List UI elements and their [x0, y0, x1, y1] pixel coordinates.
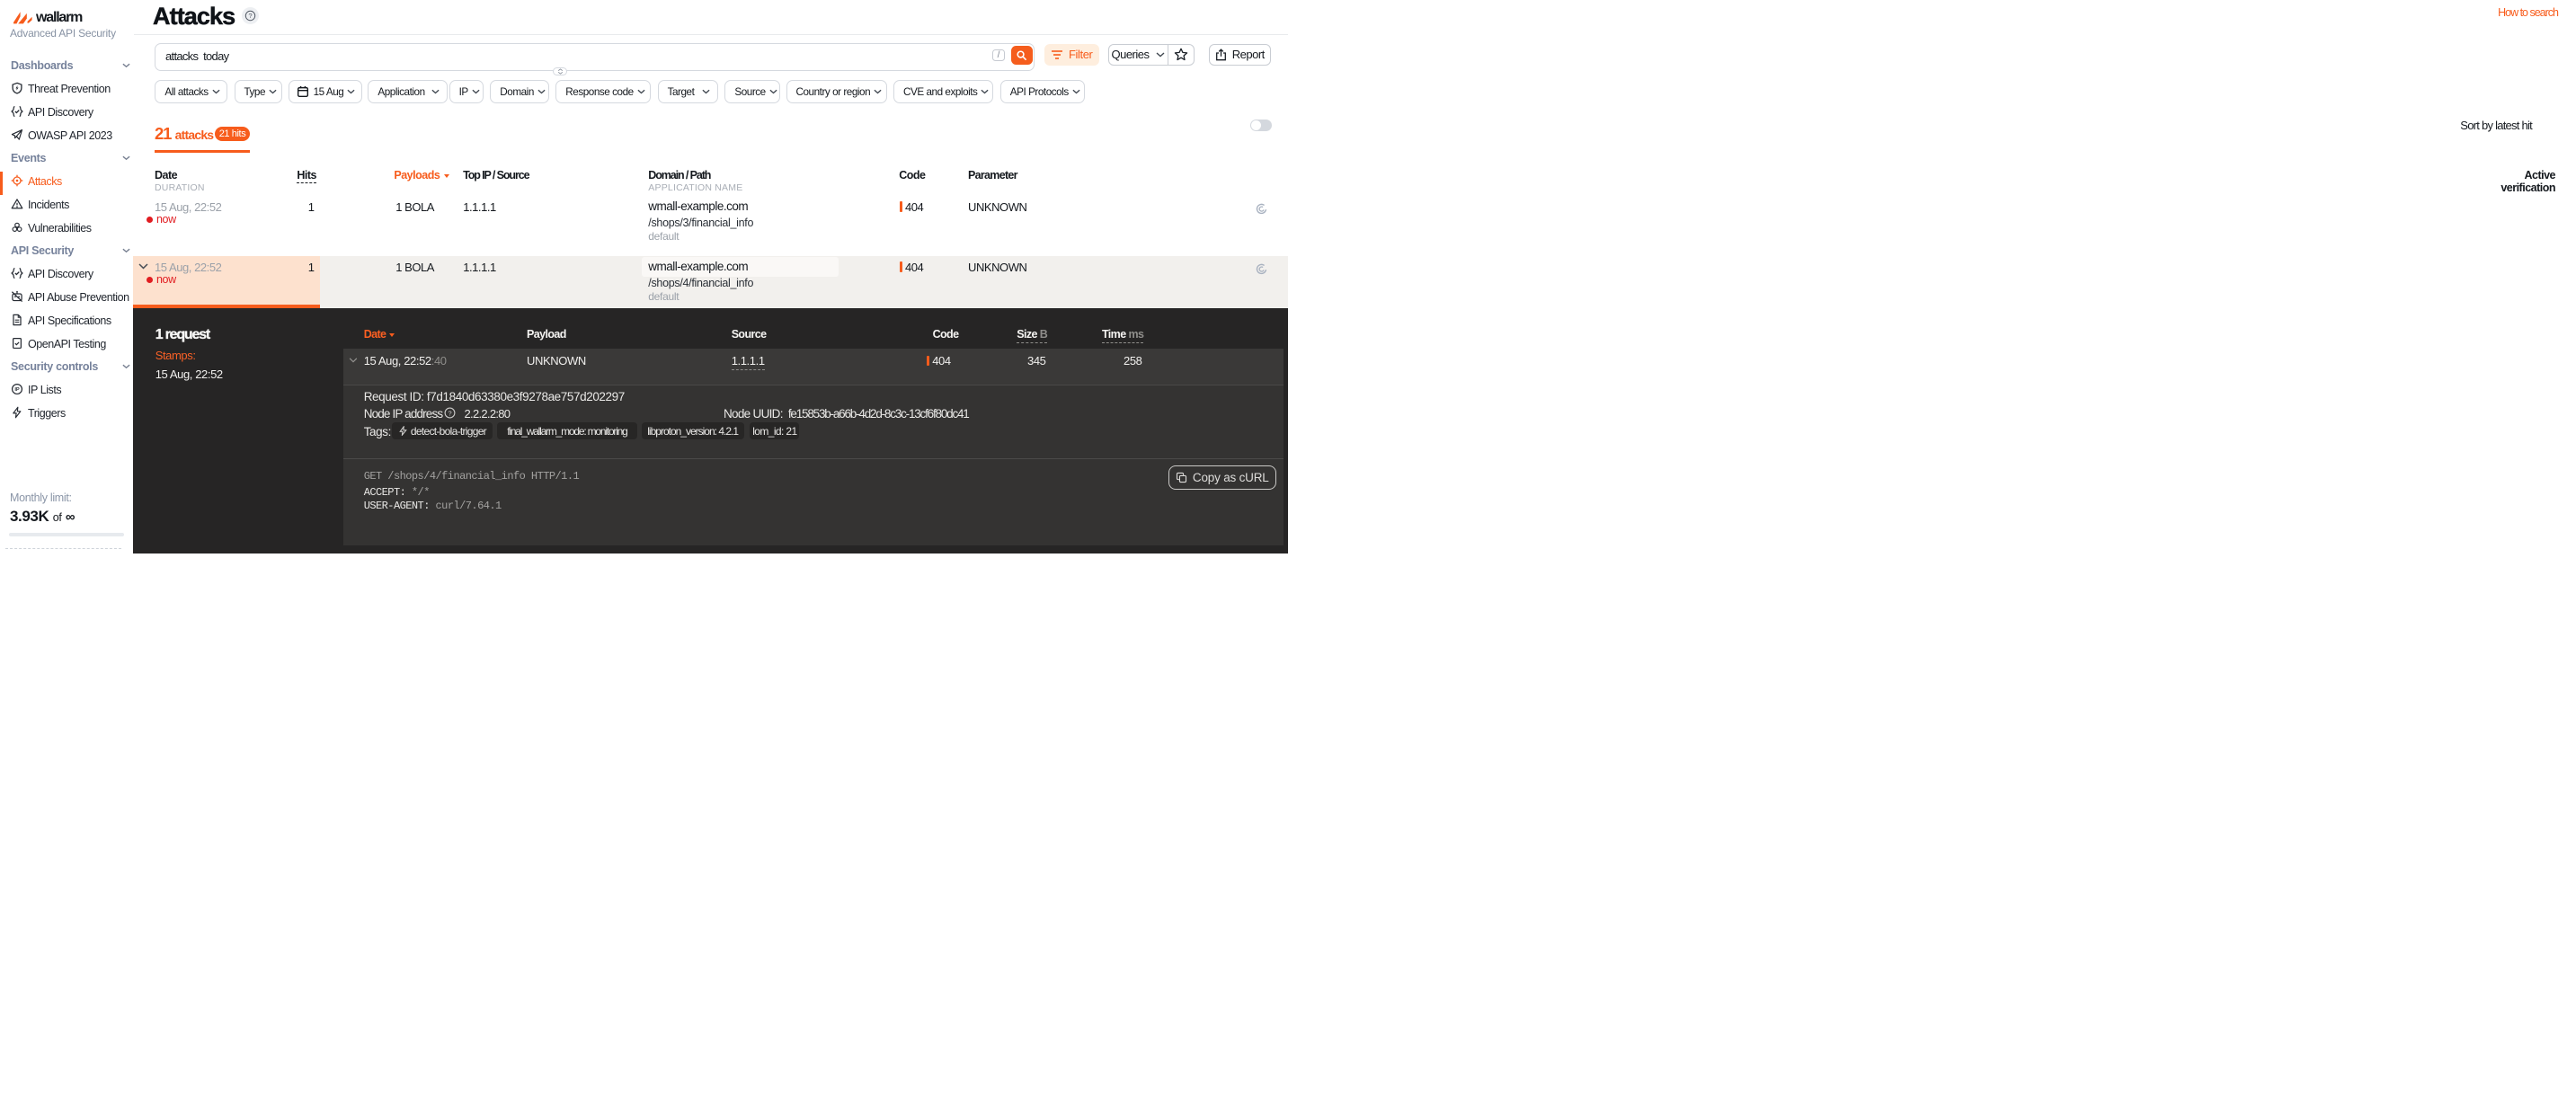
svg-text:?: ? [248, 12, 252, 20]
svg-text:IP: IP [14, 387, 20, 393]
svg-text:?: ? [448, 410, 451, 418]
